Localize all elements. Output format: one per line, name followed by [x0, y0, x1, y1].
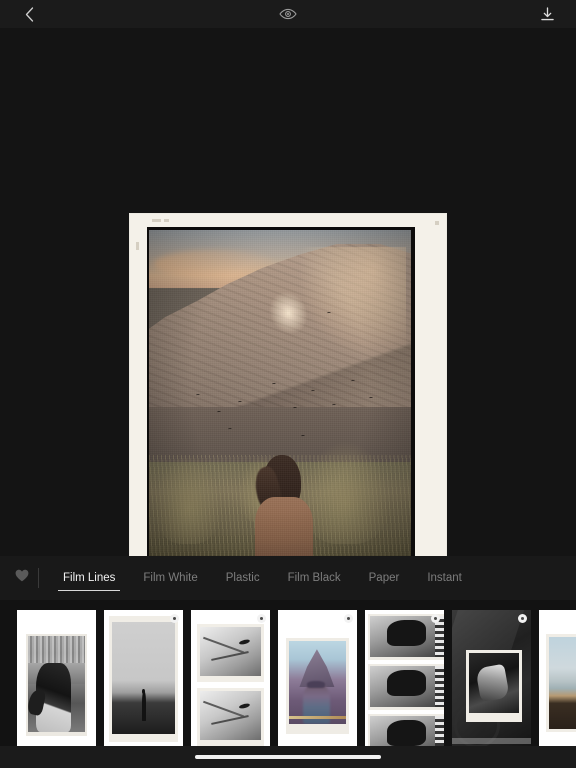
- lock-badge-icon: [170, 614, 179, 623]
- thumb-image: [549, 637, 576, 729]
- lock-badge-icon: [257, 614, 266, 623]
- tab-label: Plastic: [225, 572, 260, 584]
- preview-original-button[interactable]: [271, 0, 305, 28]
- thumb-mat: [286, 638, 349, 734]
- thumb-image: [370, 666, 444, 707]
- preview-canvas[interactable]: [0, 28, 576, 571]
- tab-instant[interactable]: Instant: [413, 556, 476, 600]
- style-tabs: Film Lines Film White Plastic Film Black…: [49, 556, 476, 600]
- thumb-image: [289, 641, 346, 724]
- download-button[interactable]: [532, 0, 562, 28]
- thumb-foggy-field[interactable]: [104, 610, 183, 754]
- photo-well: [147, 227, 415, 571]
- tab-film-white[interactable]: Film White: [129, 556, 211, 600]
- thumb-mat: [466, 650, 522, 722]
- tab-paper[interactable]: Paper: [355, 556, 414, 600]
- thumb-mountain-hiker[interactable]: [278, 610, 357, 754]
- style-thumbnail-strip[interactable]: [0, 600, 576, 768]
- thumb-horse-pair[interactable]: [191, 610, 270, 754]
- heart-icon: [15, 569, 29, 587]
- home-indicator-bar: [0, 746, 576, 768]
- tab-label: Paper: [368, 572, 400, 584]
- thumb-mat: [368, 664, 444, 710]
- framed-photo-preview[interactable]: [130, 214, 446, 571]
- tab-label: Film Black: [287, 572, 341, 584]
- thumb-image: [28, 636, 85, 732]
- eye-icon: [279, 8, 297, 20]
- tab-label: Film White: [143, 572, 198, 584]
- thumb-mat: [109, 616, 178, 742]
- app-root: Film Lines Film White Plastic Film Black…: [0, 0, 576, 768]
- home-indicator[interactable]: [195, 755, 381, 759]
- thumb-contact-sheet[interactable]: [365, 610, 444, 754]
- lock-badge-icon: [344, 614, 353, 623]
- thumb-harbour-portrait[interactable]: [17, 610, 96, 754]
- lock-badge-icon: [518, 614, 527, 623]
- thumbnail-track: [17, 610, 576, 754]
- style-tab-bar: Film Lines Film White Plastic Film Black…: [0, 556, 576, 600]
- thumb-image: [200, 691, 261, 740]
- top-bar: [0, 0, 576, 28]
- thumb-seaside[interactable]: [539, 610, 576, 754]
- tab-film-black[interactable]: Film Black: [274, 556, 355, 600]
- thumb-mat: [197, 624, 264, 682]
- thumb-dark-study[interactable]: [452, 610, 531, 754]
- thumb-image: [112, 622, 175, 734]
- photo-figure: [250, 455, 314, 571]
- download-icon: [540, 6, 555, 22]
- thumb-mat: [197, 688, 264, 746]
- thumb-mat: [26, 634, 87, 736]
- photo-image: [149, 230, 411, 571]
- thumb-mat: [546, 634, 576, 732]
- back-button[interactable]: [14, 0, 44, 28]
- thumb-image: [469, 653, 519, 713]
- tabbar-divider: [38, 568, 39, 588]
- tab-film-lines[interactable]: Film Lines: [49, 556, 129, 600]
- chevron-left-icon: [25, 6, 34, 22]
- favorites-button[interactable]: [12, 568, 32, 588]
- thumb-footer-strip: [452, 738, 531, 744]
- tab-label: Instant: [427, 572, 462, 584]
- thumb-image: [200, 627, 261, 676]
- tab-label: Film Lines: [63, 572, 116, 584]
- lock-badge-icon: [431, 614, 440, 623]
- tab-plastic[interactable]: Plastic: [212, 556, 274, 600]
